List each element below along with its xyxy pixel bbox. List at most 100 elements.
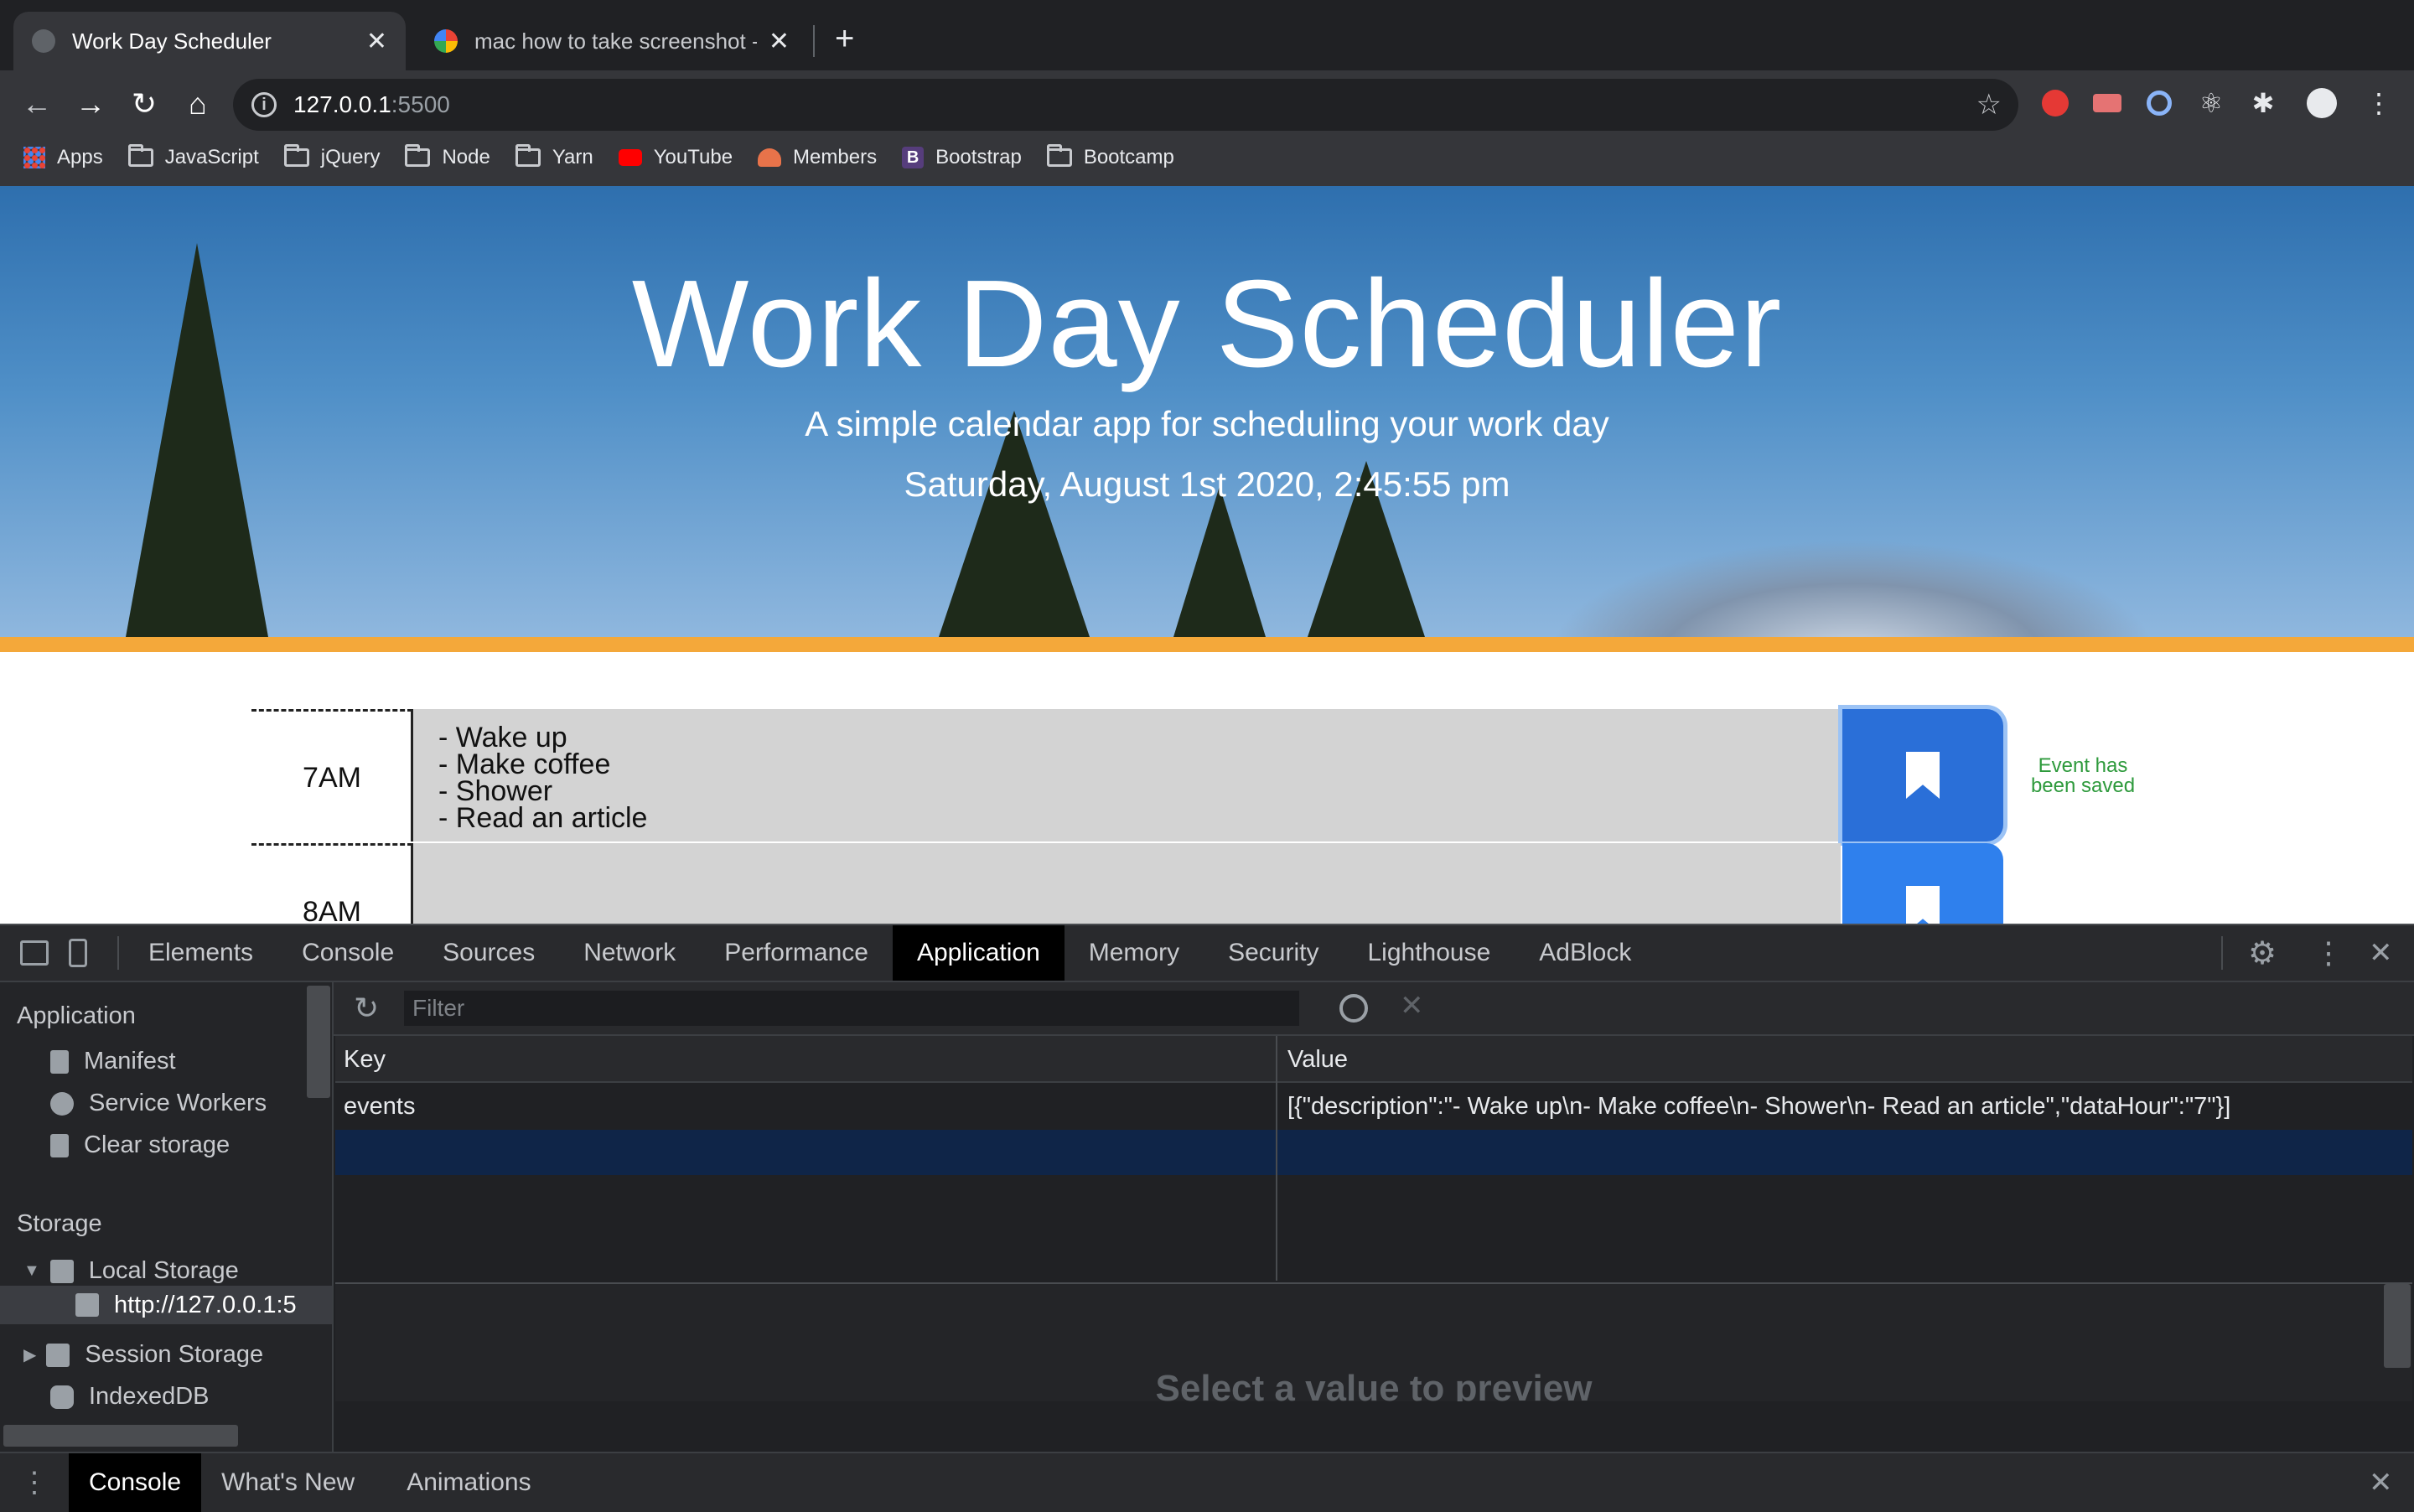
- close-devtools-icon[interactable]: ✕: [2369, 936, 2393, 970]
- sidebar-scrollbar[interactable]: [307, 986, 330, 1098]
- sidebar-item-session-storage[interactable]: ▶ Session Storage: [23, 1341, 263, 1369]
- inspect-element-icon[interactable]: [20, 940, 49, 966]
- collapsed-triangle-icon[interactable]: ▶: [23, 1344, 36, 1365]
- adblock-extension-icon[interactable]: [2038, 86, 2072, 120]
- event-description-textarea[interactable]: - Wake up - Make coffee - Shower - Read …: [411, 709, 1841, 841]
- sidebar-item-label: Manifest: [84, 1048, 176, 1074]
- back-icon[interactable]: ←: [18, 85, 55, 122]
- tab-mac-screenshot[interactable]: mac how to take screenshot - G ✕: [416, 12, 808, 70]
- tab-console[interactable]: Console: [277, 925, 418, 981]
- bookmark-yarn[interactable]: Yarn: [515, 144, 593, 169]
- bookmark-jquery[interactable]: jQuery: [283, 144, 380, 169]
- home-icon[interactable]: ⌂: [179, 85, 216, 122]
- preview-placeholder: Select a value to preview: [1155, 1368, 1593, 1401]
- sidebar-item-label: Session Storage: [85, 1341, 264, 1368]
- page-subtitle: A simple calendar app for scheduling you…: [805, 404, 1609, 443]
- folder-icon: [283, 144, 309, 167]
- tree-silhouette: [939, 411, 1090, 637]
- tab-sources[interactable]: Sources: [418, 925, 559, 981]
- tab-work-day-scheduler[interactable]: Work Day Scheduler ✕: [13, 12, 406, 70]
- reload-icon[interactable]: ↻: [126, 85, 163, 122]
- refresh-icon[interactable]: ↻: [354, 991, 379, 1026]
- event-description-textarea[interactable]: [411, 843, 1841, 924]
- value-preview-pane: Select a value to preview: [335, 1282, 2412, 1401]
- devtools-drawer-tabs: ⋮ Console What's New Animations ✕: [0, 1452, 2414, 1512]
- sidebar-item-manifest[interactable]: Manifest: [50, 1048, 176, 1075]
- device-toolbar-icon[interactable]: [69, 939, 87, 967]
- bookmark-youtube[interactable]: YouTube: [618, 146, 733, 169]
- drawer-tab-console[interactable]: Console: [69, 1453, 202, 1512]
- tab-lighthouse[interactable]: Lighthouse: [1343, 925, 1515, 981]
- bookmark-label: Apps: [57, 146, 103, 168]
- delete-selected-icon[interactable]: ✕: [1400, 989, 1424, 1023]
- table-row[interactable]: events [{"description":"- Wake up\n- Mak…: [335, 1083, 2412, 1128]
- tab-security[interactable]: Security: [1204, 925, 1343, 981]
- devtools-menu-icon[interactable]: ⋮: [2313, 935, 2344, 971]
- bookmark-star-icon[interactable]: ☆: [1976, 88, 2002, 122]
- close-tab-icon[interactable]: ✕: [769, 27, 790, 56]
- sidebar-horizontal-scrollbar[interactable]: [3, 1425, 238, 1447]
- close-tab-icon[interactable]: ✕: [366, 27, 387, 56]
- address-bar[interactable]: i 127.0.0.1:5500 ☆: [233, 79, 2018, 131]
- bootstrap-icon: B: [902, 147, 925, 168]
- site-info-icon[interactable]: i: [251, 92, 277, 117]
- hour-label: 8AM: [251, 843, 412, 924]
- row-key: events: [344, 1093, 416, 1120]
- filter-input[interactable]: Filter: [404, 991, 1299, 1026]
- tab-memory[interactable]: Memory: [1065, 925, 1204, 981]
- bookmark-members[interactable]: Members: [758, 146, 877, 169]
- page-title: Work Day Scheduler: [631, 255, 1783, 393]
- browser-menu-icon[interactable]: ⋮: [2362, 86, 2396, 120]
- settings-gear-icon[interactable]: ⚙: [2248, 935, 2277, 972]
- tab-elements[interactable]: Elements: [124, 925, 277, 981]
- bookmark-javascript[interactable]: JavaScript: [127, 144, 259, 169]
- bookmark-apps[interactable]: Apps: [23, 146, 103, 169]
- folder-icon: [405, 144, 431, 167]
- drawer-tab-whats-new[interactable]: What's New: [201, 1453, 375, 1512]
- storage-toolbar: ↻ Filter ✕: [334, 982, 2414, 1036]
- table-row-selected-empty[interactable]: [335, 1130, 2412, 1175]
- drawer-tab-animations[interactable]: Animations: [386, 1453, 551, 1512]
- extensions-puzzle-icon[interactable]: ✱: [2246, 86, 2280, 120]
- sidebar-item-label: Service Workers: [89, 1090, 267, 1116]
- react-devtools-icon[interactable]: ⚛: [2194, 86, 2228, 120]
- sidebar-item-local-origin[interactable]: http://127.0.0.1:5: [0, 1286, 332, 1324]
- sidebar-item-clear-storage[interactable]: Clear storage: [50, 1131, 230, 1159]
- bookmark-bootcamp[interactable]: Bootcamp: [1046, 144, 1174, 169]
- circle-extension-icon[interactable]: [2142, 86, 2176, 120]
- screen-recorder-extension-icon[interactable]: [2090, 86, 2124, 120]
- sidebar-item-indexeddb[interactable]: IndexedDB: [50, 1383, 210, 1411]
- sidebar-item-service-workers[interactable]: Service Workers: [50, 1090, 267, 1117]
- close-drawer-icon[interactable]: ✕: [2369, 1466, 2393, 1499]
- save-button[interactable]: [1842, 843, 2003, 924]
- tab-application[interactable]: Application: [892, 925, 1065, 981]
- bookmark-bootstrap[interactable]: B Bootstrap: [902, 146, 1022, 169]
- expanded-triangle-icon[interactable]: ▼: [23, 1261, 40, 1281]
- folder-icon: [515, 144, 541, 167]
- sidebar-item-local-storage[interactable]: ▼ Local Storage: [23, 1257, 239, 1285]
- profile-avatar-icon[interactable]: [2305, 86, 2339, 120]
- bookmark-node[interactable]: Node: [405, 144, 490, 169]
- trash-icon: [50, 1133, 69, 1157]
- column-header-key[interactable]: Key: [344, 1046, 386, 1074]
- bookmarks-bar: Apps JavaScript jQuery Node Yarn YouTube…: [0, 141, 1199, 174]
- preview-scrollbar[interactable]: [2384, 1284, 2411, 1368]
- tab-divider: [813, 25, 815, 57]
- column-header-value[interactable]: Value: [1287, 1046, 1348, 1074]
- tab-network[interactable]: Network: [559, 925, 700, 981]
- save-button[interactable]: [1842, 709, 2003, 841]
- current-datetime: Saturday, August 1st 2020, 2:45:55 pm: [904, 464, 1510, 504]
- table-icon: [49, 1259, 74, 1283]
- forward-icon[interactable]: →: [72, 85, 109, 122]
- drawer-menu-icon[interactable]: ⋮: [20, 1466, 49, 1499]
- sidebar-heading-application: Application: [17, 1002, 136, 1029]
- accent-bar: [0, 637, 2414, 652]
- new-tab-button[interactable]: +: [835, 20, 854, 58]
- local-storage-view: ↻ Filter ✕ Key Value events [{"descripti…: [334, 982, 2414, 1452]
- page-viewport: Work Day Scheduler A simple calendar app…: [0, 186, 2414, 924]
- tab-adblock[interactable]: AdBlock: [1515, 925, 1655, 981]
- toolbar-divider: [2221, 936, 2223, 970]
- bookmark-label: Bootcamp: [1083, 146, 1174, 168]
- clear-all-icon[interactable]: [1339, 994, 1368, 1023]
- tab-performance[interactable]: Performance: [700, 925, 893, 981]
